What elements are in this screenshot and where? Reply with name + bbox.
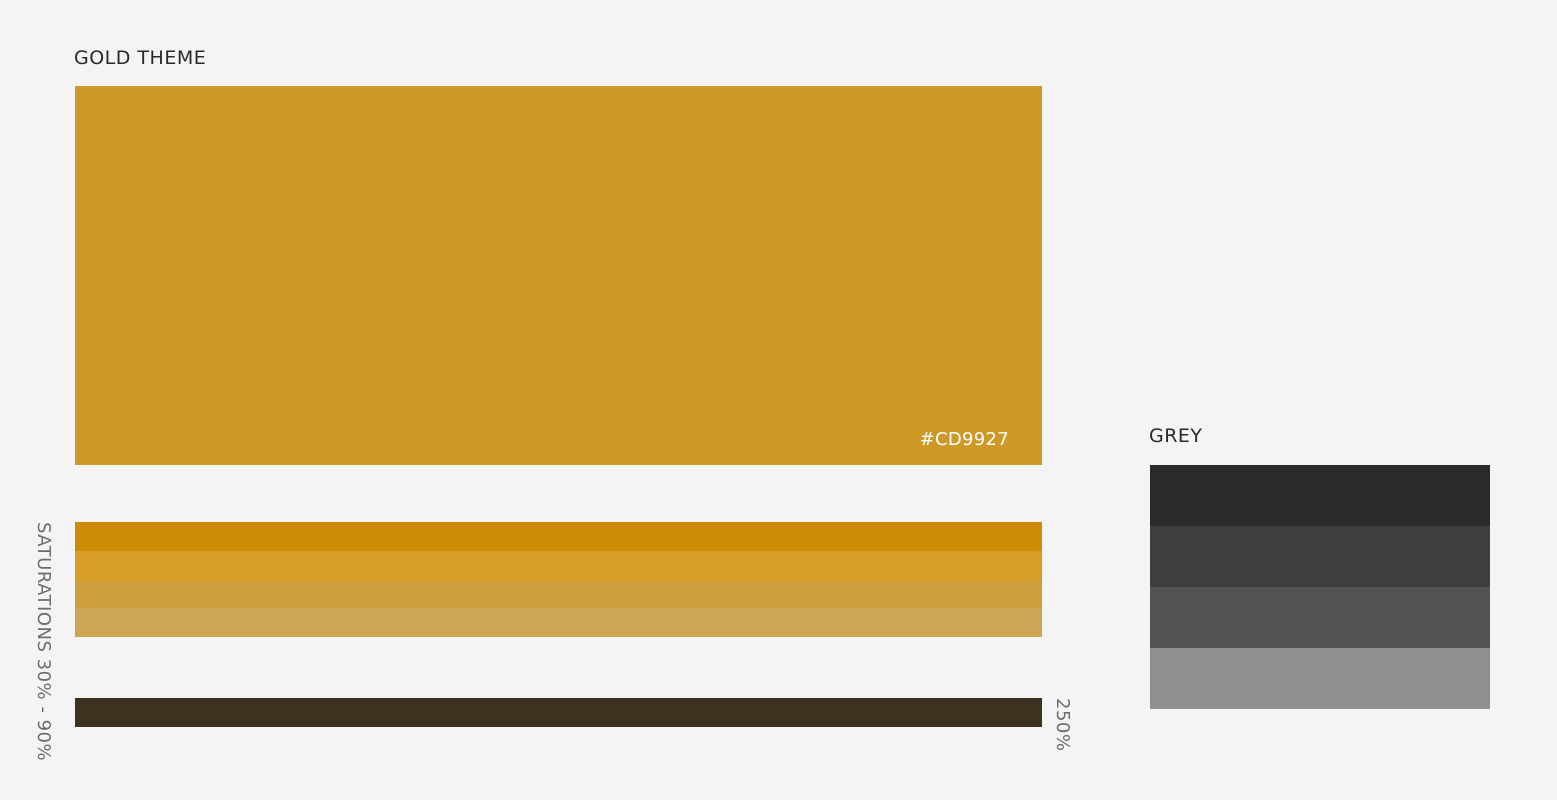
gold-dark-swatch — [75, 698, 1042, 727]
grey-swatch-stack — [1150, 465, 1490, 709]
gold-theme-title: GOLD THEME — [74, 47, 207, 69]
grey-title: GREY — [1149, 425, 1203, 447]
dark-swatch-caption: 250% — [1052, 698, 1073, 752]
saturation-swatch-4 — [75, 608, 1042, 637]
gold-hex-label: #CD9927 — [919, 429, 1009, 450]
palette-canvas: GOLD THEME #CD9927 SATURATIONS 30% - 90%… — [0, 0, 1557, 800]
saturation-swatch-3 — [75, 581, 1042, 608]
saturation-swatch-2 — [75, 551, 1042, 581]
saturation-swatch-1 — [75, 522, 1042, 551]
saturation-caption-range: 30% - 90% — [33, 658, 54, 762]
grey-swatch-3 — [1150, 587, 1490, 648]
grey-swatch-4 — [1150, 648, 1490, 709]
saturation-swatch-stack — [75, 522, 1042, 637]
saturation-caption-title: SATURATIONS — [33, 522, 54, 653]
gold-main-swatch: #CD9927 — [75, 86, 1042, 465]
grey-swatch-1 — [1150, 465, 1490, 526]
grey-swatch-2 — [1150, 526, 1490, 587]
saturation-caption: SATURATIONS 30% - 90% — [8, 522, 54, 761]
